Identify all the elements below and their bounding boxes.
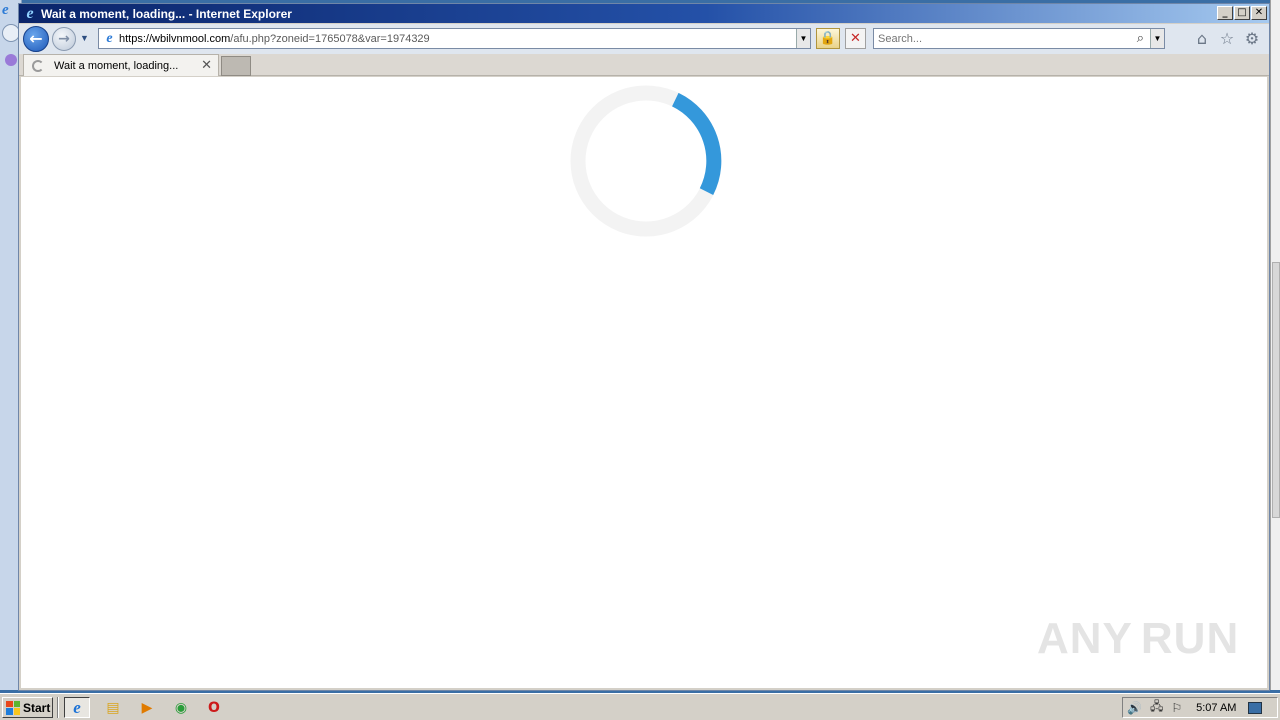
background-scrollbar-thumb[interactable] [1272,262,1280,518]
back-button[interactable]: ← [23,26,49,52]
show-desktop-button[interactable] [1248,701,1263,714]
home-icon[interactable]: ⌂ [1193,30,1211,48]
address-bar[interactable]: e https://wbilvnmool.com/afu.php?zoneid=… [98,28,811,49]
forward-button[interactable]: → [52,27,76,51]
system-tray: 🔊 🖧 ⚐ 5:07 AM [1122,697,1278,718]
navigation-bar: ← → ▼ e https://wbilvnmool.com/afu.php?z… [19,24,1269,54]
url-host: https://wbilvnmool.com [119,32,231,45]
network-icon[interactable]: 🖧 [1150,697,1163,718]
taskbar-chrome-button[interactable]: ◉ [168,697,194,718]
watermark-right-text: RUN [1140,614,1240,663]
maximize-button[interactable]: □ [1234,6,1250,20]
security-lock-icon[interactable]: 🔒 [816,28,840,49]
ie-logo-icon: e [26,4,34,22]
tab-active[interactable]: Wait a moment, loading... ✕ [23,54,219,76]
tab-title: Wait a moment, loading... [54,59,179,72]
volume-icon[interactable]: 🔊 [1127,701,1142,715]
taskbar-separator [57,697,59,718]
history-dropdown-icon[interactable]: ▼ [80,33,89,43]
taskbar: Start e ▤ ▶ ◉ O 🔊 🖧 ⚐ 5:07 AM [0,693,1280,720]
taskbar-opera-button[interactable]: O [201,697,227,718]
loading-spinner [570,85,722,237]
tools-gear-icon[interactable]: ⚙ [1243,30,1261,48]
folder-icon: ▤ [106,699,120,716]
taskbar-explorer-button[interactable]: ▤ [100,697,126,718]
clock[interactable]: 5:07 AM [1196,702,1236,714]
search-icon[interactable]: ⌕ [1137,30,1144,46]
new-tab-button[interactable] [221,56,251,76]
spinner-arc [671,92,722,195]
favorites-star-icon[interactable]: ☆ [1218,30,1236,48]
browser-window: e Wait a moment, loading... - Internet E… [18,3,1270,691]
loading-spinner-icon [32,59,44,72]
search-input[interactable] [874,29,1136,48]
start-label: Start [23,700,51,715]
action-center-flag-icon[interactable]: ⚐ [1171,701,1182,715]
command-icons: ⌂ ☆ ⚙ [1193,30,1261,48]
watermark-left-text: ANY [1037,614,1133,663]
tab-row: Wait a moment, loading... ✕ [19,54,1269,76]
close-button[interactable]: ✕ [1251,6,1267,20]
page-content: ANY RUN [21,77,1267,688]
address-dropdown-icon[interactable]: ▼ [796,29,810,48]
anyrun-watermark: ANY RUN [1037,609,1240,669]
media-player-icon: ▶ [141,699,153,716]
start-button[interactable]: Start [2,697,53,718]
background-scrollbar[interactable] [1270,0,1280,690]
windows-logo-icon [6,700,20,715]
taskbar-media-player-button[interactable]: ▶ [134,697,160,718]
background-favicon-icon [5,54,17,66]
background-ie-icon: e [2,2,9,18]
page-ie-icon: e [106,31,113,46]
search-dropdown-icon[interactable]: ▼ [1150,29,1164,48]
tab-close-icon[interactable]: ✕ [201,58,212,73]
url-path: /afu.php?zoneid=1765078&var=1974329 [230,32,430,45]
stop-button[interactable]: ✕ [845,28,866,49]
title-bar[interactable]: e Wait a moment, loading... - Internet E… [19,4,1269,23]
window-controls: _ □ ✕ [1217,6,1267,20]
opera-icon: O [208,699,220,716]
window-title: Wait a moment, loading... - Internet Exp… [41,6,292,21]
chrome-icon: ◉ [174,699,188,716]
taskbar-ie-button[interactable]: e [64,697,90,718]
search-box: ⌕ ▼ [873,28,1165,49]
minimize-button[interactable]: _ [1217,6,1233,20]
ie-icon: e [73,697,81,717]
